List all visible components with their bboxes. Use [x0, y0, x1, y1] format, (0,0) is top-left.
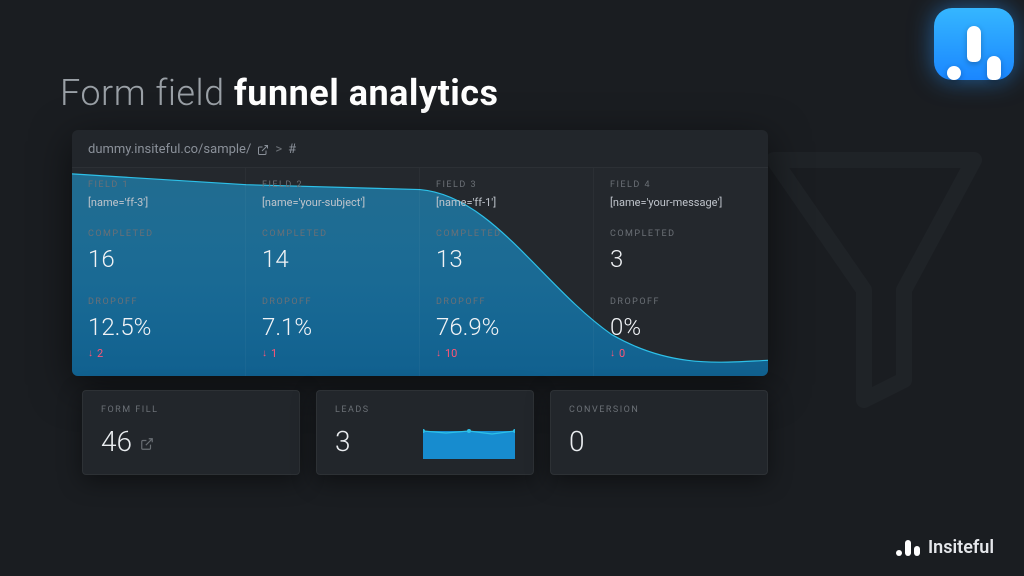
stat-value: 0 — [569, 425, 749, 458]
field-label: FIELD 2 — [262, 180, 403, 190]
completed-value: 3 — [610, 245, 752, 273]
breadcrumb-url: dummy.insiteful.co/sample/ — [88, 142, 251, 157]
field-label: FIELD 3 — [436, 180, 577, 190]
dropoff-count: ↓10 — [436, 347, 577, 360]
breadcrumb-hash: # — [288, 142, 296, 157]
arrow-down-icon: ↓ — [610, 348, 615, 359]
arrow-down-icon: ↓ — [88, 348, 93, 359]
brand-name: Insiteful — [928, 537, 994, 558]
completed-label: COMPLETED — [262, 229, 403, 239]
completed-value: 16 — [88, 245, 229, 273]
leads-sparkline — [423, 429, 515, 459]
summary-row: FORM FILL 46 LEADS 3 CONVERSION 0 — [82, 390, 768, 475]
completed-value: 14 — [262, 245, 403, 273]
funnel-column: FIELD 1 [name='ff-3'] COMPLETED 16 DROPO… — [72, 168, 246, 376]
funnel-column: FIELD 3 [name='ff-1'] COMPLETED 13 DROPO… — [420, 168, 594, 376]
logo-mark-icon — [896, 540, 920, 556]
field-selector: [name='your-message'] — [610, 196, 752, 209]
breadcrumb[interactable]: dummy.insiteful.co/sample/ > # — [72, 130, 768, 167]
dropoff-label: DROPOFF — [88, 297, 229, 307]
completed-value: 13 — [436, 245, 577, 273]
dropoff-label: DROPOFF — [610, 297, 752, 307]
funnel-column: FIELD 2 [name='your-subject'] COMPLETED … — [246, 168, 420, 376]
dropoff-label: DROPOFF — [262, 297, 403, 307]
stat-form-fill[interactable]: FORM FILL 46 — [82, 390, 300, 475]
funnel-card: dummy.insiteful.co/sample/ > # FIELD 1 [… — [72, 130, 768, 376]
dropoff-pct: 76.9% — [436, 313, 577, 341]
field-label: FIELD 1 — [88, 180, 229, 190]
completed-label: COMPLETED — [88, 229, 229, 239]
completed-label: COMPLETED — [610, 229, 752, 239]
stat-conversion[interactable]: CONVERSION 0 — [550, 390, 768, 475]
field-selector: [name='ff-1'] — [436, 196, 577, 209]
field-selector: [name='ff-3'] — [88, 196, 229, 209]
external-link-icon[interactable] — [140, 425, 154, 458]
stat-label: CONVERSION — [569, 405, 749, 415]
page-title: Form field funnel analytics — [60, 72, 499, 114]
footer-logo: Insiteful — [896, 537, 994, 558]
funnel-background-icon — [764, 150, 984, 410]
stat-label: FORM FILL — [101, 405, 281, 415]
stat-leads[interactable]: LEADS 3 — [316, 390, 534, 475]
stat-label: LEADS — [335, 405, 515, 415]
app-logo-badge — [934, 8, 1014, 80]
external-link-icon[interactable] — [257, 144, 269, 156]
dropoff-pct: 0% — [610, 313, 752, 341]
title-prefix: Form field — [60, 72, 234, 114]
dropoff-label: DROPOFF — [436, 297, 577, 307]
arrow-down-icon: ↓ — [262, 348, 267, 359]
title-bold: funnel analytics — [234, 72, 499, 114]
stat-value: 46 — [101, 425, 281, 458]
completed-label: COMPLETED — [436, 229, 577, 239]
dropoff-pct: 12.5% — [88, 313, 229, 341]
funnel-column: FIELD 4 [name='your-message'] COMPLETED … — [594, 168, 768, 376]
field-label: FIELD 4 — [610, 180, 752, 190]
dropoff-pct: 7.1% — [262, 313, 403, 341]
dropoff-count: ↓1 — [262, 347, 403, 360]
breadcrumb-separator: > — [275, 142, 282, 157]
dropoff-count: ↓2 — [88, 347, 229, 360]
dropoff-count: ↓0 — [610, 347, 752, 360]
field-selector: [name='your-subject'] — [262, 196, 403, 209]
arrow-down-icon: ↓ — [436, 348, 441, 359]
funnel-table: FIELD 1 [name='ff-3'] COMPLETED 16 DROPO… — [72, 167, 768, 376]
